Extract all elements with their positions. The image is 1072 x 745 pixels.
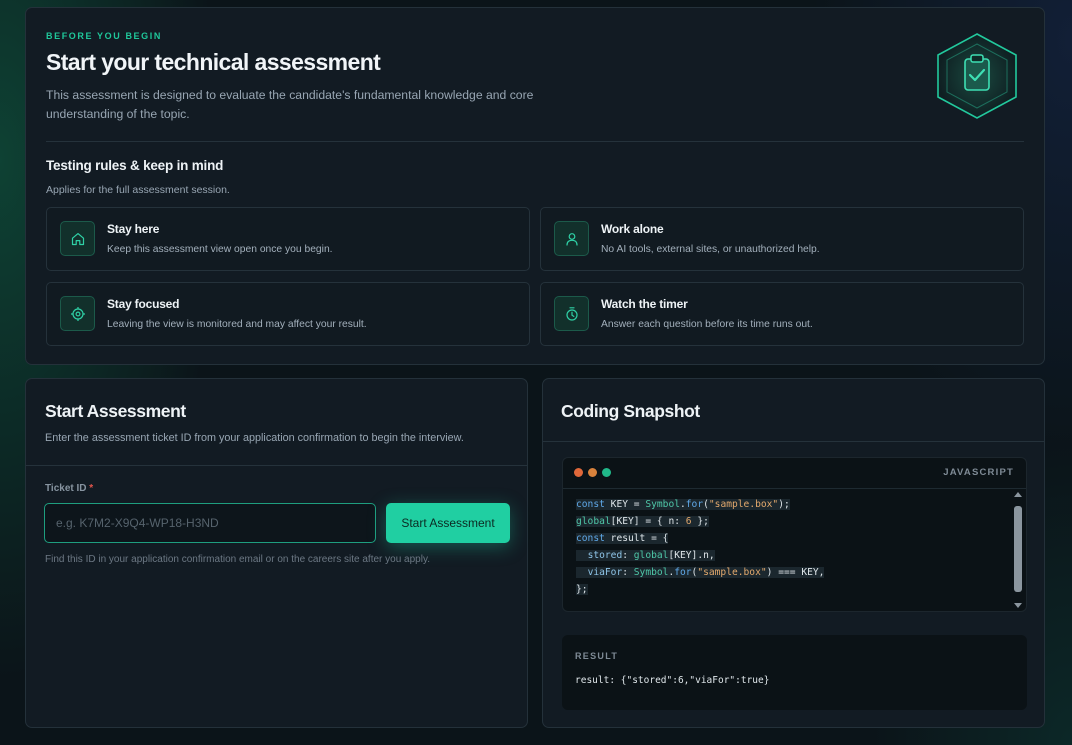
code-lines: const KEY = Symbol.for("sample.box"); gl… [576,496,825,598]
ticket-id-input[interactable] [44,503,376,543]
assessment-intro-panel: BEFORE YOU BEGIN Start your technical as… [25,7,1045,365]
result-label: RESULT [575,651,619,661]
code-line: stored: global[KEY].n, [576,547,824,564]
rule-card-stay-here: Stay here Keep this assessment view open… [46,207,530,271]
rule-card-watch-timer: Watch the timer Answer each question bef… [540,282,1024,346]
timer-icon [554,296,589,331]
scrollbar-thumb[interactable] [1014,506,1022,592]
rule-title: Watch the timer [601,297,688,311]
rule-description: Leaving the view is monitored and may af… [107,319,367,330]
code-line: }; [576,584,588,595]
coding-snapshot-title: Coding Snapshot [561,401,700,421]
rule-title: Stay here [107,222,160,236]
page-title: Start your technical assessment [46,49,381,75]
section-divider [46,141,1024,142]
window-dot-red [574,468,583,477]
window-dot-yellow [588,468,597,477]
window-dot-green [602,468,611,477]
start-assessment-title: Start Assessment [45,401,186,421]
code-language-label: JAVASCRIPT [943,467,1014,478]
code-line: global[KEY] = { n: 6 }; [576,516,709,527]
clipboard-check-icon [937,33,1017,119]
start-assessment-button[interactable]: Start Assessment [386,503,510,543]
start-assessment-description: Enter the assessment ticket ID from your… [45,432,464,444]
result-box: RESULT result: {"stored":6,"viaFor":true… [562,635,1027,710]
eyebrow-label: BEFORE YOU BEGIN [46,31,162,41]
rule-title: Work alone [601,222,664,236]
rule-description: No AI tools, external sites, or unauthor… [601,244,820,255]
rule-description: Keep this assessment view open once you … [107,244,333,255]
code-line: const KEY = Symbol.for("sample.box"); [576,499,790,510]
rules-title: Testing rules & keep in mind [46,158,224,173]
result-value: result: {"stored":6,"viaFor":true} [575,675,770,686]
code-editor-header: JAVASCRIPT [563,458,1026,489]
code-line: const result = { [576,533,669,544]
scroll-up-arrow-icon[interactable] [1014,492,1022,497]
ticket-id-hint: Find this ID in your application confirm… [45,554,430,565]
rules-subtitle: Applies for the full assessment session. [46,184,230,196]
rule-title: Stay focused [107,297,180,311]
rule-card-work-alone: Work alone No AI tools, external sites, … [540,207,1024,271]
section-divider [543,441,1044,442]
code-line: viaFor: Symbol.for("sample.box") === KEY… [576,564,825,581]
start-assessment-panel: Start Assessment Enter the assessment ti… [25,378,528,728]
code-scrollbar[interactable] [1013,492,1023,610]
code-editor: JAVASCRIPT const KEY = Symbol.for("sampl… [562,457,1027,612]
home-icon [60,221,95,256]
rule-card-stay-focused: Stay focused Leaving the view is monitor… [46,282,530,346]
rule-description: Answer each question before its time run… [601,319,813,330]
coding-snapshot-panel: Coding Snapshot JAVASCRIPT const KEY = S… [542,378,1045,728]
scroll-down-arrow-icon[interactable] [1014,603,1022,608]
section-divider [26,465,527,466]
user-icon [554,221,589,256]
ticket-id-label-text: Ticket ID [45,483,87,494]
ticket-id-label: Ticket ID * [45,483,93,494]
target-icon [60,296,95,331]
intro-description: This assessment is designed to evaluate … [46,88,534,121]
required-marker: * [89,483,94,494]
